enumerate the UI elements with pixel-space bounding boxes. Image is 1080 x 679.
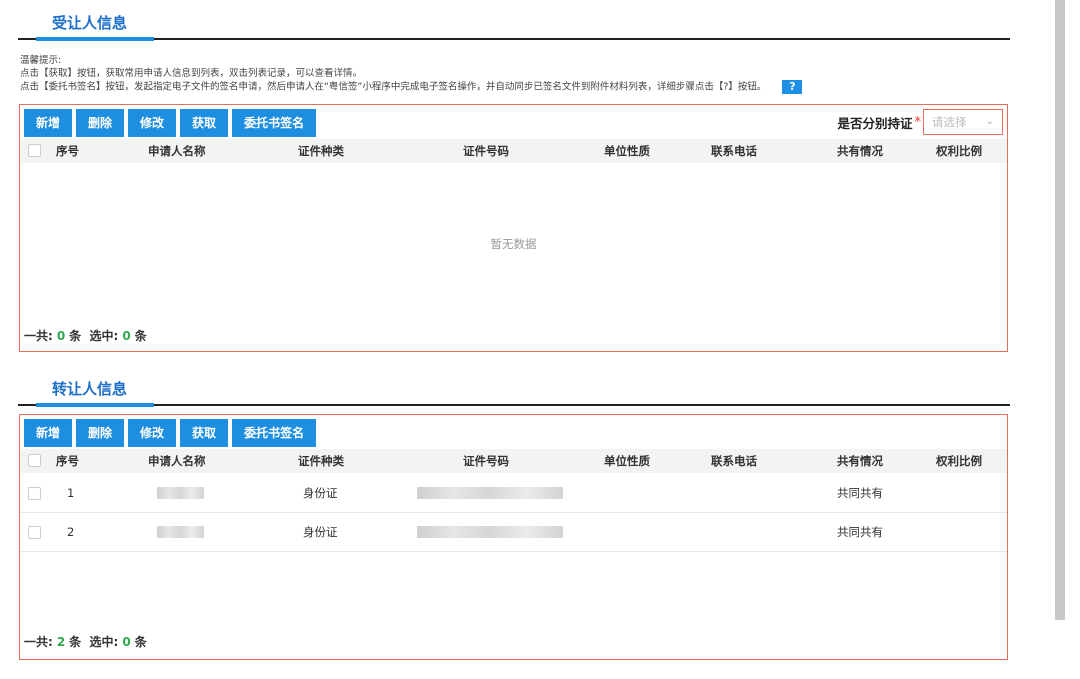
selected-label: 选中: (89, 635, 119, 649)
assignee-edit-button[interactable]: 修改 (128, 109, 177, 137)
selected-count: 0 (122, 635, 131, 649)
assignee-proxy-sign-button[interactable]: 委托书签名 (232, 109, 317, 137)
col-unit-nature: 单位性质 (604, 144, 650, 158)
tips-line-2: 点击【委托书签名】按钮，发起指定电子文件的签名申请，然后申请人在“粤信签”小程序… (20, 81, 767, 93)
col-phone: 联系电话 (711, 144, 757, 158)
total-count: 0 (56, 329, 66, 343)
assignee-title-underline (36, 37, 154, 41)
row-id-type: 身份证 (303, 486, 338, 500)
help-button[interactable]: ? (782, 80, 803, 94)
assignor-proxy-sign-button[interactable]: 委托书签名 (232, 419, 317, 447)
assignee-section-title: 受让人信息 (52, 14, 128, 32)
separate-cert-field: 是否分别持证 * 请选择 ⌄ (837, 109, 1003, 135)
separate-cert-select[interactable]: 请选择 ⌄ (923, 109, 1003, 135)
assignor-edit-button[interactable]: 修改 (128, 419, 177, 447)
assignor-select-all-checkbox[interactable] (28, 454, 41, 467)
total-label: 一共: (24, 329, 53, 343)
total-label: 一共: (24, 635, 53, 649)
tips-line-2-wrap: 点击【委托书签名】按钮，发起指定电子文件的签名申请，然后申请人在“粤信签”小程序… (20, 80, 980, 94)
col-id-number: 证件号码 (463, 454, 509, 468)
assignee-empty-text: 暂无数据 (490, 237, 537, 251)
assignor-fetch-button[interactable]: 获取 (180, 419, 229, 447)
col-ratio: 权利比例 (936, 454, 982, 468)
assignee-select-all-checkbox[interactable] (28, 144, 41, 157)
assignor-toolbar: 新增 删除 修改 获取 委托书签名 (24, 419, 320, 447)
assignor-title-underline (36, 403, 154, 407)
col-name: 申请人名称 (148, 144, 206, 158)
col-ownership: 共有情况 (837, 144, 883, 158)
row-ownership: 共同共有 (837, 486, 883, 500)
col-unit-nature: 单位性质 (604, 454, 650, 468)
row-checkbox[interactable] (28, 526, 41, 539)
total-count: 2 (56, 635, 66, 649)
assignor-table-header: 序号 申请人名称 证件种类 证件号码 单位性质 联系电话 共有情况 权利比例 (20, 449, 1007, 473)
tips-line-1: 点击【获取】按钮，获取常用申请人信息到列表，双击列表记录，可以查看详情。 (20, 68, 363, 79)
table-row[interactable]: 1 身份证 共同共有 (20, 474, 1007, 513)
tips-block: 温馨提示: 点击【获取】按钮，获取常用申请人信息到列表，双击列表记录，可以查看详… (20, 54, 980, 94)
selected-unit: 条 (134, 635, 147, 649)
assignee-toolbar: 新增 删除 修改 获取 委托书签名 (24, 109, 320, 137)
col-index: 序号 (56, 144, 79, 158)
row-index: 1 (67, 486, 75, 500)
vertical-scrollbar[interactable] (1055, 0, 1065, 620)
col-index: 序号 (56, 454, 79, 468)
required-mark: * (914, 114, 922, 130)
selected-unit: 条 (134, 329, 147, 343)
col-name: 申请人名称 (148, 454, 206, 468)
total-unit: 条 (69, 329, 82, 343)
selected-count: 0 (122, 329, 131, 343)
redacted-name (157, 487, 204, 499)
assignor-section-header: 转让人信息 (18, 380, 1010, 407)
row-ownership: 共同共有 (837, 525, 883, 539)
assignee-delete-button[interactable]: 删除 (76, 109, 125, 137)
assignee-footer: 一共: 0 条 选中: 0 条 (24, 327, 147, 344)
assignee-panel: 新增 删除 修改 获取 委托书签名 是否分别持证 * 请选择 ⌄ 序号 申请人名… (19, 104, 1008, 352)
col-id-type: 证件种类 (298, 454, 344, 468)
chevron-down-icon: ⌄ (985, 116, 994, 127)
row-checkbox[interactable] (28, 487, 41, 500)
assignee-section-header: 受让人信息 (18, 14, 1010, 41)
separate-cert-label: 是否分别持证 (837, 115, 913, 131)
assignor-delete-button[interactable]: 删除 (76, 419, 125, 447)
assignor-footer: 一共: 2 条 选中: 0 条 (24, 633, 147, 650)
col-id-type: 证件种类 (298, 144, 344, 158)
assignee-fetch-button[interactable]: 获取 (180, 109, 229, 137)
redacted-name (157, 526, 204, 538)
col-phone: 联系电话 (711, 454, 757, 468)
assignor-panel: 新增 删除 修改 获取 委托书签名 序号 申请人名称 证件种类 证件号码 单位性… (19, 414, 1008, 660)
total-unit: 条 (69, 635, 82, 649)
selected-label: 选中: (89, 329, 119, 343)
separate-cert-placeholder: 请选择 (932, 115, 967, 129)
col-ownership: 共有情况 (837, 454, 883, 468)
assignee-table-header: 序号 申请人名称 证件种类 证件号码 单位性质 联系电话 共有情况 权利比例 (20, 139, 1007, 163)
tips-heading: 温馨提示: (20, 55, 62, 66)
col-id-number: 证件号码 (463, 144, 509, 158)
table-row[interactable]: 2 身份证 共同共有 (20, 513, 1007, 552)
redacted-id-number (417, 526, 563, 538)
assignor-section-title: 转让人信息 (52, 380, 128, 398)
row-id-type: 身份证 (303, 525, 338, 539)
redacted-id-number (417, 487, 563, 499)
assignor-add-button[interactable]: 新增 (24, 419, 73, 447)
assignee-add-button[interactable]: 新增 (24, 109, 73, 137)
row-index: 2 (67, 525, 75, 539)
col-ratio: 权利比例 (936, 144, 982, 158)
